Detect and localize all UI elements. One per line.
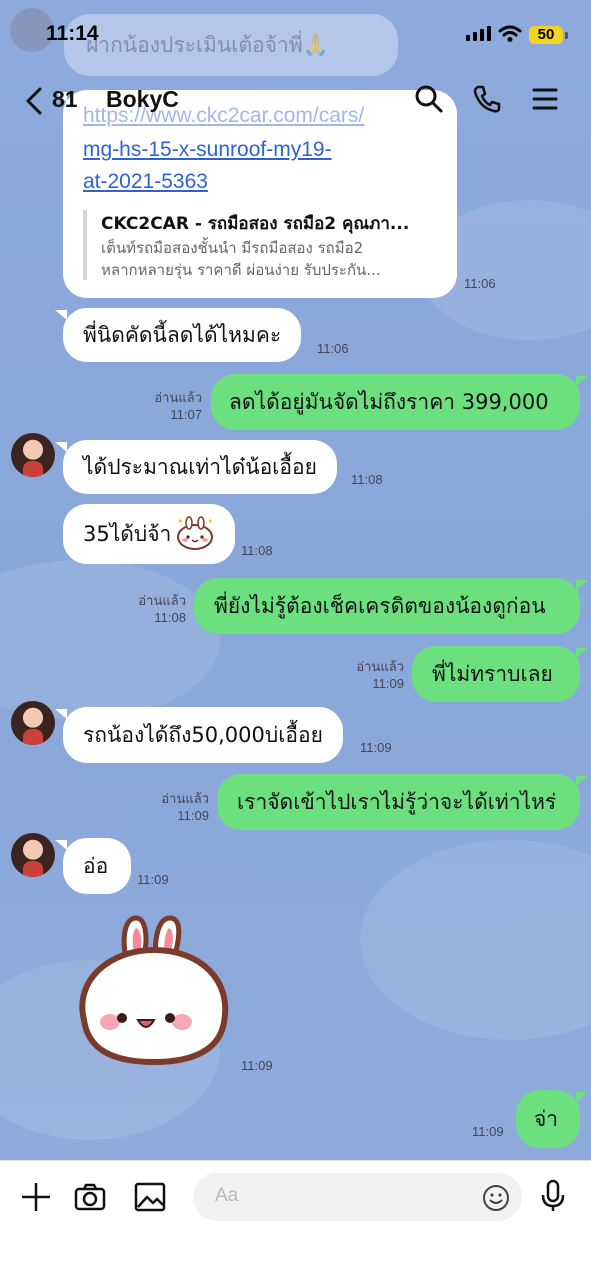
message-time: 11:09 bbox=[177, 808, 209, 823]
svg-text:✦: ✦ bbox=[207, 517, 214, 526]
battery-level: 50 bbox=[529, 26, 563, 44]
incoming-message[interactable]: ได้ประมาณเท่าได๋น้อเอื้อย bbox=[55, 440, 337, 494]
camera-icon[interactable] bbox=[74, 1181, 106, 1213]
message-input-placeholder: Aa bbox=[215, 1185, 239, 1206]
message-text: 35ได้บ่จ้า bbox=[83, 522, 172, 546]
message-input-bar: Aa bbox=[0, 1160, 591, 1281]
battery-tip bbox=[565, 32, 568, 39]
message-time: 11:09 bbox=[360, 740, 392, 755]
bunny-sticker[interactable] bbox=[70, 910, 234, 1070]
status-bar: 11:14 50 bbox=[0, 0, 591, 72]
wifi-icon bbox=[498, 25, 522, 42]
cellular-signal-icon bbox=[466, 26, 491, 41]
avatar[interactable] bbox=[11, 433, 55, 477]
message-time: 11:07 bbox=[170, 407, 202, 422]
outgoing-message[interactable]: จ่า bbox=[516, 1090, 588, 1148]
read-label: อ่านแล้ว bbox=[154, 390, 202, 405]
message-time: 11:09 bbox=[241, 1058, 273, 1073]
read-receipt: อ่านแล้ว 11:09 bbox=[137, 790, 209, 824]
message-time: 11:08 bbox=[154, 610, 186, 625]
svg-text:✦: ✦ bbox=[177, 517, 184, 526]
read-receipt: อ่านแล้ว 11:08 bbox=[114, 592, 186, 626]
message-time: 11:08 bbox=[351, 472, 383, 487]
avatar[interactable] bbox=[11, 833, 55, 877]
read-receipt: อ่านแล้ว 11:09 bbox=[332, 658, 404, 692]
link-url-line-3[interactable]: at-2021-5363 bbox=[83, 170, 208, 194]
incoming-message[interactable]: พี่นิดคัดนี้ลดได้ไหมคะ bbox=[54, 308, 302, 362]
image-icon[interactable] bbox=[134, 1181, 166, 1213]
read-label: อ่านแล้ว bbox=[138, 593, 186, 608]
read-receipt: อ่านแล้ว 11:07 bbox=[130, 389, 202, 423]
phone-icon[interactable] bbox=[472, 84, 502, 114]
link-preview-desc-2: หลากหลายรุ่น ราคาดี ผ่อนง่าย รับประกัน..… bbox=[101, 261, 381, 279]
incoming-message[interactable]: อ่อ bbox=[55, 838, 131, 894]
outgoing-message[interactable]: เราจัดเข้าไปเราไม่รู้ว่าจะได้เท่าไหร่ bbox=[217, 774, 588, 830]
avatar[interactable] bbox=[11, 701, 55, 745]
incoming-message[interactable]: 35ได้บ่จ้า ✦ ✦ bbox=[63, 504, 235, 564]
chat-header: 81 BokyC bbox=[0, 72, 591, 130]
outgoing-message[interactable]: พี่ยังไม่รู้ต้องเช็คเครดิตของน้องดูก่อน bbox=[194, 578, 588, 634]
read-label: อ่านแล้ว bbox=[161, 791, 209, 806]
message-input[interactable]: Aa bbox=[193, 1173, 522, 1221]
back-chevron-icon[interactable] bbox=[24, 86, 44, 116]
message-time: 11:08 bbox=[241, 543, 273, 558]
message-time: 11:09 bbox=[472, 1124, 504, 1139]
outgoing-message[interactable]: พี่ไม่ทราบเลย bbox=[412, 646, 588, 702]
message-time: 11:09 bbox=[137, 872, 169, 887]
chat-title[interactable]: BokyC bbox=[106, 86, 179, 113]
unread-count[interactable]: 81 bbox=[52, 86, 78, 113]
link-url-line-2[interactable]: mg-hs-15-x-sunroof-my19- bbox=[83, 138, 332, 162]
link-preview-title: CKC2CAR - รถมือสอง รถมือ2 คุณภา... bbox=[101, 214, 410, 234]
incoming-message[interactable]: รถน้องได้ถึง50,000บ่เอื้อย bbox=[55, 707, 343, 763]
status-time: 11:14 bbox=[46, 22, 99, 45]
read-label: อ่านแล้ว bbox=[356, 659, 404, 674]
outgoing-message[interactable]: ลดได้อยู่มันจัดไม่ถึงราคา 399,000 bbox=[211, 374, 588, 430]
microphone-icon[interactable] bbox=[540, 1179, 566, 1213]
chat-background: ฝากน้องประเมินเต้อจ้าพี่🙏 https://www.ck… bbox=[0, 0, 591, 1160]
bunny-emoji-icon: ✦ ✦ bbox=[177, 516, 214, 550]
search-icon[interactable] bbox=[414, 84, 444, 114]
emoji-icon[interactable] bbox=[482, 1184, 510, 1212]
message-time: 11:06 bbox=[317, 341, 349, 356]
message-time: 11:09 bbox=[372, 676, 404, 691]
menu-icon[interactable] bbox=[532, 84, 558, 114]
link-preview-desc-1: เต็นท์รถมือสองชั้นนำ มีรถมือสอง รถมือ2 bbox=[101, 239, 364, 257]
message-time: 11:06 bbox=[464, 276, 496, 291]
plus-icon[interactable] bbox=[20, 1181, 52, 1213]
link-preview[interactable]: CKC2CAR - รถมือสอง รถมือ2 คุณภา... เต็นท… bbox=[83, 210, 437, 280]
